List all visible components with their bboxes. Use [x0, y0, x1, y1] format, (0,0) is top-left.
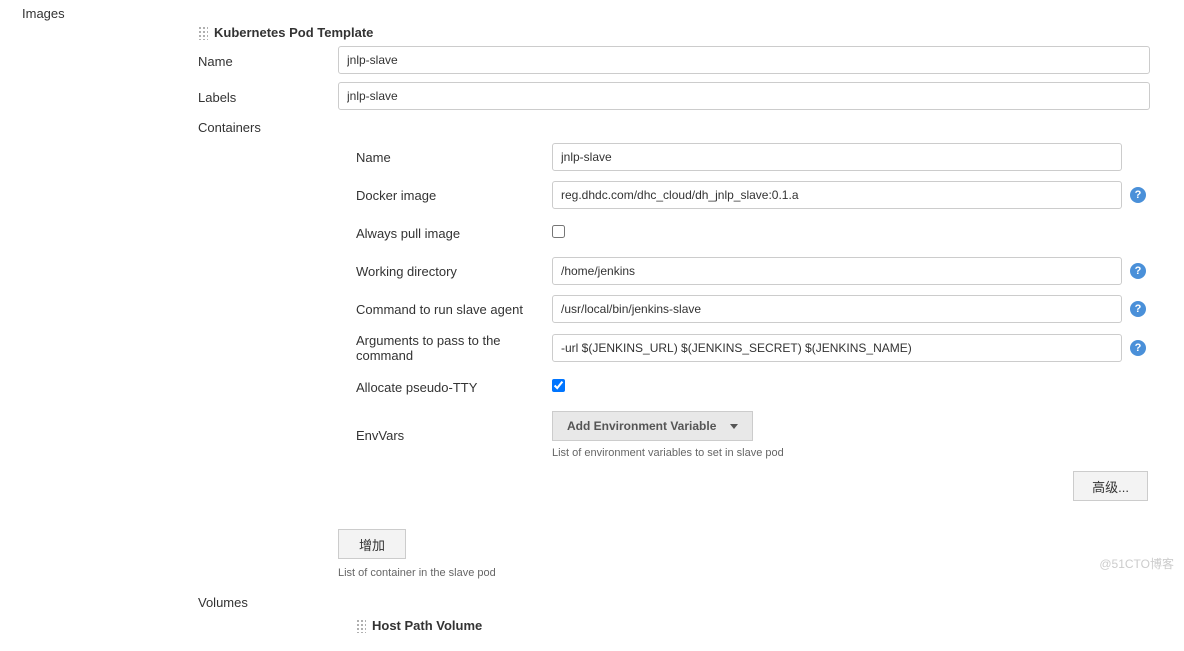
arguments-label: Arguments to pass to the command	[356, 333, 552, 363]
pod-labels-input[interactable]	[338, 82, 1150, 110]
watermark-text: @51CTO博客	[1099, 555, 1174, 572]
pod-template-title: Kubernetes Pod Template	[214, 25, 373, 40]
container-name-label: Name	[356, 150, 552, 165]
command-label: Command to run slave agent	[356, 302, 552, 317]
container-list-hint: List of container in the slave pod	[338, 567, 1176, 579]
chevron-down-icon	[730, 424, 738, 429]
container-name-input[interactable]	[552, 143, 1122, 171]
help-icon[interactable]: ?	[1130, 187, 1146, 203]
containers-label: Containers	[198, 118, 338, 135]
pod-template-header: Kubernetes Pod Template	[198, 25, 1176, 40]
working-dir-input[interactable]	[552, 257, 1122, 285]
volumes-label: Volumes	[198, 593, 338, 610]
env-hint-text: List of environment variables to set in …	[552, 447, 1122, 459]
pod-name-input[interactable]	[338, 46, 1150, 74]
help-icon[interactable]: ?	[1130, 263, 1146, 279]
help-icon[interactable]: ?	[1130, 301, 1146, 317]
hostpath-volume-header: Host Path Volume	[356, 618, 1176, 633]
images-section-label: Images	[22, 6, 1176, 21]
hostpath-volume-title: Host Path Volume	[372, 618, 482, 633]
working-dir-label: Working directory	[356, 264, 552, 279]
always-pull-checkbox[interactable]	[552, 225, 565, 238]
add-env-variable-button[interactable]: Add Environment Variable	[552, 411, 753, 441]
drag-handle-icon[interactable]	[198, 26, 208, 40]
allocate-tty-label: Allocate pseudo-TTY	[356, 380, 552, 395]
docker-image-input[interactable]	[552, 181, 1122, 209]
add-env-variable-label: Add Environment Variable	[567, 419, 716, 433]
always-pull-label: Always pull image	[356, 226, 552, 241]
pod-name-label: Name	[198, 52, 338, 69]
docker-image-label: Docker image	[356, 188, 552, 203]
help-icon[interactable]: ?	[1130, 340, 1146, 356]
advanced-button[interactable]: 高级...	[1073, 471, 1148, 501]
allocate-tty-checkbox[interactable]	[552, 379, 565, 392]
add-container-button[interactable]: 增加	[338, 529, 406, 559]
command-input[interactable]	[552, 295, 1122, 323]
envvars-label: EnvVars	[356, 428, 552, 443]
drag-handle-icon[interactable]	[356, 619, 366, 633]
pod-labels-label: Labels	[198, 88, 338, 105]
arguments-input[interactable]	[552, 334, 1122, 362]
